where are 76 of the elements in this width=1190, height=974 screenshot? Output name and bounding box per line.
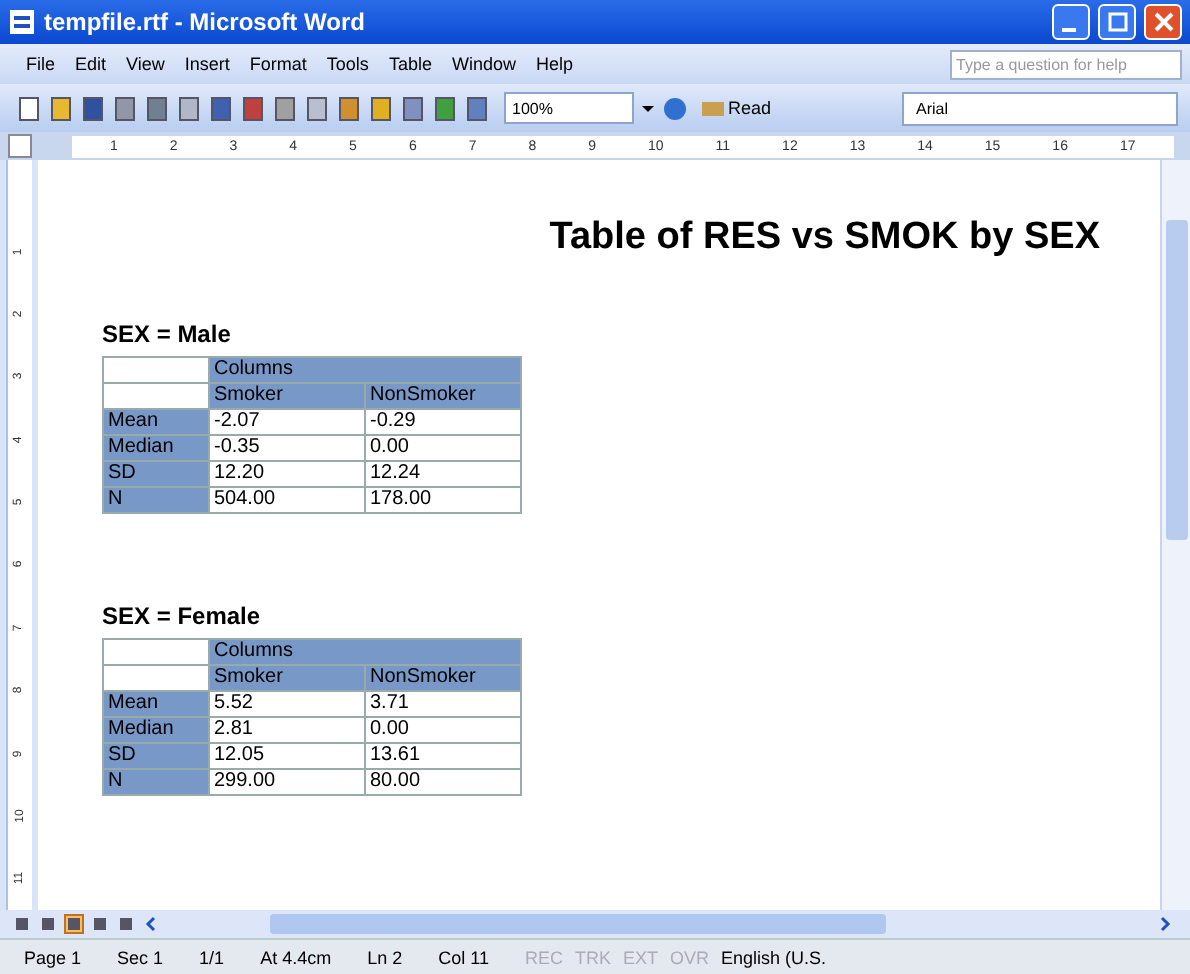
table-cell: -0.35 [209,435,365,461]
table-cell: 299.00 [209,769,365,795]
minimize-icon [1061,27,1075,31]
help-icon[interactable] [662,95,688,121]
table-header-cell: Columns [209,639,521,665]
table-header-cell: NonSmoker [365,665,521,691]
section-heading: SEX = Male [102,320,233,348]
table-cell: 504.00 [209,487,365,513]
status-field: EXT [622,947,670,967]
status-field: At 4.4cm [260,947,368,967]
close-button[interactable] [1144,4,1182,40]
menu-item[interactable]: Table [378,54,442,74]
view-button[interactable] [90,914,110,934]
table-header-cell: NonSmoker [365,383,521,409]
table-cell: -2.07 [209,409,365,435]
menu-item[interactable]: Tools [316,54,379,74]
table-header-cell: Columns [209,357,521,383]
maximize-icon [1107,12,1127,32]
maximize-button[interactable] [1098,4,1136,40]
help-search-field[interactable]: Type a question for help [950,49,1182,79]
table-cell: 0.00 [365,435,521,461]
table-cell: 2.81 [209,717,365,743]
table-header-cell: Smoker [209,383,365,409]
table-cell [103,357,209,383]
status-field: English (U.S. [721,947,863,967]
menu-item[interactable]: File [16,54,66,74]
row-header-cell: Median [103,717,209,743]
table-cell: 80.00 [365,769,521,795]
menu-item[interactable]: Help [525,54,583,74]
menu-item[interactable]: View [116,54,175,74]
row-header-cell: N [103,487,209,513]
row-header-cell: Mean [103,409,209,435]
menu-item[interactable]: Format [239,54,317,74]
table-cell: 12.05 [209,743,365,769]
row-header-cell: N [103,769,209,795]
close-icon [1153,12,1173,32]
table-cell: 5.52 [209,691,365,717]
view-button[interactable] [64,914,84,934]
row-header-cell: Median [103,435,209,461]
window-title: tempfile.rtf - Microsoft Word [44,8,367,36]
menu-item[interactable]: Window [441,54,526,74]
status-field: 1/1 [199,947,261,967]
view-button[interactable] [116,914,136,934]
menu-item[interactable]: Edit [65,54,117,74]
table-cell [103,639,209,665]
table-cell: 3.71 [365,691,521,717]
table-cell: 13.61 [365,743,521,769]
status-field: OVR [670,947,722,967]
table-cell: -0.29 [365,409,521,435]
document-heading: Table of RES vs SMOK by SEX [549,216,1100,260]
vertical-scrollbar[interactable] [1160,160,1190,910]
row-header-cell: SD [103,461,209,487]
status-field: REC [524,947,575,967]
status-field: Page 1 [24,947,118,967]
table-cell: 178.00 [365,487,521,513]
tab-selector-icon[interactable] [8,134,32,158]
read-button[interactable]: Read [694,98,780,118]
status-field: TRK [574,947,623,967]
row-header-cell: Mean [103,691,209,717]
font-field[interactable]: Arial [902,91,1178,125]
horizontal-scrollbar[interactable] [142,913,1174,935]
status-field: Col 11 [438,947,525,967]
document-icon [8,8,36,36]
zoom-field[interactable]: 100% [504,92,634,124]
table-cell: 12.20 [209,461,365,487]
table-cell: 12.24 [365,461,521,487]
status-field: Sec 1 [117,947,200,967]
menu-item[interactable]: Insert [174,54,240,74]
minimize-button[interactable] [1052,4,1090,40]
table-header-cell: Smoker [209,665,365,691]
view-button[interactable] [38,914,58,934]
table-cell: 0.00 [365,717,521,743]
section-heading: SEX = Female [102,602,263,630]
row-header-cell: SD [103,743,209,769]
view-button[interactable] [12,914,32,934]
status-field: Ln 2 [367,947,439,967]
